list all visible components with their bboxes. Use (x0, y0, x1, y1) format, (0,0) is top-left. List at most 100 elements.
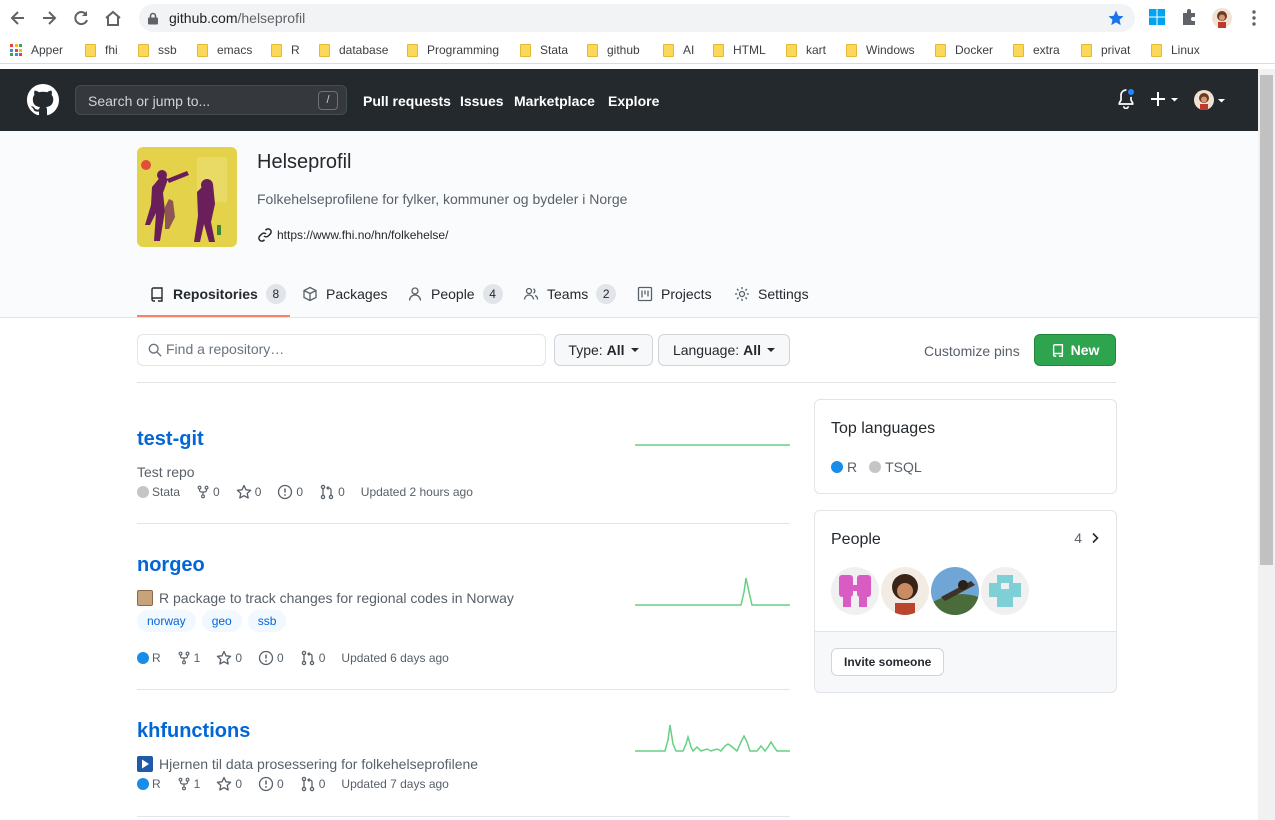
tab-packages[interactable]: Packages (302, 283, 387, 305)
new-repository-button[interactable]: New (1034, 334, 1116, 366)
nav-explore[interactable]: Explore (608, 93, 659, 109)
forks-link[interactable]: 1 (177, 776, 201, 792)
reload-icon[interactable] (71, 8, 91, 28)
issues-link[interactable]: 0 (277, 484, 303, 500)
tab-repositories[interactable]: Repositories 8 (149, 283, 286, 305)
nav-marketplace[interactable]: Marketplace (514, 93, 595, 109)
find-repository-field[interactable] (137, 334, 546, 366)
issue-count: 0 (277, 651, 284, 665)
bookmark-folder[interactable]: kart (786, 42, 826, 58)
folder-icon (713, 43, 724, 57)
topic-tag[interactable]: ssb (247, 610, 287, 632)
bookmark-folder[interactable]: Stata (520, 42, 568, 58)
issues-link[interactable]: 0 (258, 776, 284, 792)
invite-someone-button[interactable]: Invite someone (831, 648, 945, 676)
issues-link[interactable]: 0 (258, 650, 284, 666)
forks-link[interactable]: 1 (177, 650, 200, 666)
profile-avatar[interactable] (1212, 8, 1232, 28)
bookmark-folder[interactable]: extra (1013, 42, 1060, 58)
language-filter-tsql[interactable]: TSQL (869, 459, 922, 475)
bookmark-folder[interactable]: fhi (85, 42, 118, 58)
caret-down-icon (630, 348, 639, 352)
tab-label: Repositories (173, 286, 258, 302)
nav-issues[interactable]: Issues (460, 93, 504, 109)
divider (137, 689, 790, 690)
folder-icon (85, 43, 96, 57)
tab-people[interactable]: People 4 (407, 283, 503, 305)
back-arrow-icon[interactable] (8, 8, 28, 28)
pull-requests-link[interactable]: 0 (319, 484, 345, 500)
stars-link[interactable]: 0 (216, 650, 242, 666)
customize-pins-link[interactable]: Customize pins (924, 343, 1020, 359)
tab-projects[interactable]: Projects (637, 283, 712, 305)
bookmark-folder[interactable]: Docker (935, 42, 993, 58)
bookmark-folder[interactable]: emacs (197, 42, 252, 58)
org-website-link[interactable]: https://www.fhi.no/hn/folkehelse/ (257, 227, 448, 243)
bookmark-star-icon[interactable] (1107, 9, 1125, 27)
fork-count: 1 (193, 777, 201, 791)
create-new-plus-icon[interactable] (1150, 89, 1180, 109)
bookmark-apps[interactable]: Apper (10, 42, 63, 58)
tab-label: People (431, 286, 475, 302)
divider (137, 523, 790, 524)
nav-pull-requests[interactable]: Pull requests (363, 93, 451, 109)
browser-menu-icon[interactable] (1244, 8, 1264, 28)
pull-requests-link[interactable]: 0 (300, 650, 325, 666)
bookmark-folder[interactable]: privat (1081, 42, 1130, 58)
bookmark-folder[interactable]: Linux (1151, 42, 1200, 58)
extensions-puzzle-icon[interactable] (1180, 8, 1200, 28)
tab-teams[interactable]: Teams 2 (523, 283, 617, 305)
stars-link[interactable]: 0 (216, 776, 242, 792)
chevron-right-icon (1090, 532, 1100, 544)
fork-icon (196, 484, 210, 500)
type-filter-button[interactable]: Type: All (554, 334, 653, 366)
forward-arrow-icon[interactable] (39, 8, 59, 28)
global-search-input[interactable]: Search or jump to... / (75, 85, 347, 115)
repo-name-link[interactable]: norgeo (137, 554, 205, 577)
member-avatar[interactable] (831, 567, 879, 615)
bookmark-folder[interactable]: Programming (407, 42, 499, 58)
pull-request-icon (300, 650, 316, 666)
bookmark-folder[interactable]: HTML (713, 42, 766, 58)
forks-link[interactable]: 0 (196, 484, 220, 500)
top-languages-box: Top languages R TSQL (814, 399, 1117, 494)
folder-icon (407, 43, 418, 57)
repo-name-link[interactable]: khfunctions (137, 720, 250, 743)
person-icon (407, 286, 423, 302)
folder-icon (935, 43, 946, 57)
bookmark-folder[interactable]: Windows (846, 42, 915, 58)
address-bar[interactable]: github.com/helseprofil (139, 4, 1135, 32)
topic-tag[interactable]: geo (201, 610, 242, 632)
member-avatar[interactable] (981, 567, 1029, 615)
language-filter-button[interactable]: Language: All (658, 334, 790, 366)
topic-tag[interactable]: norway (137, 610, 196, 632)
folder-icon (197, 43, 208, 57)
scrollbar-thumb[interactable] (1260, 75, 1273, 565)
bookmark-folder[interactable]: database (319, 42, 388, 58)
bookmark-folder[interactable]: AI (663, 42, 694, 58)
windows-extension-icon[interactable] (1148, 8, 1168, 28)
pull-requests-link[interactable]: 0 (300, 776, 325, 792)
home-icon[interactable] (103, 8, 123, 28)
repo-list-item: norgeo R package to track changes for re… (137, 554, 790, 690)
page-scrollbar[interactable] (1258, 69, 1275, 820)
bookmark-folder[interactable]: github (587, 42, 640, 58)
language-filter-r[interactable]: R (831, 459, 857, 475)
member-avatar[interactable] (931, 567, 979, 615)
repo-meta: Stata 0 0 0 0 Updated 2 hours ago (137, 484, 489, 500)
type-filter-label: Type: (568, 342, 603, 358)
find-repository-input[interactable] (166, 341, 536, 357)
pr-count: 0 (338, 485, 345, 499)
github-header: Search or jump to... / Pull requests Iss… (0, 69, 1258, 131)
play-emoji-icon (137, 756, 153, 772)
tab-settings[interactable]: Settings (734, 283, 809, 305)
repo-name-link[interactable]: test-git (137, 428, 204, 451)
member-avatar[interactable] (881, 567, 929, 615)
user-avatar-menu[interactable] (1194, 90, 1228, 110)
bookmark-folder[interactable]: R (271, 42, 300, 58)
bookmark-folder[interactable]: ssb (138, 42, 177, 58)
fork-icon (177, 776, 191, 792)
github-logo-icon[interactable] (27, 84, 59, 116)
people-count-link[interactable]: 4 (1074, 530, 1100, 546)
stars-link[interactable]: 0 (236, 484, 261, 500)
